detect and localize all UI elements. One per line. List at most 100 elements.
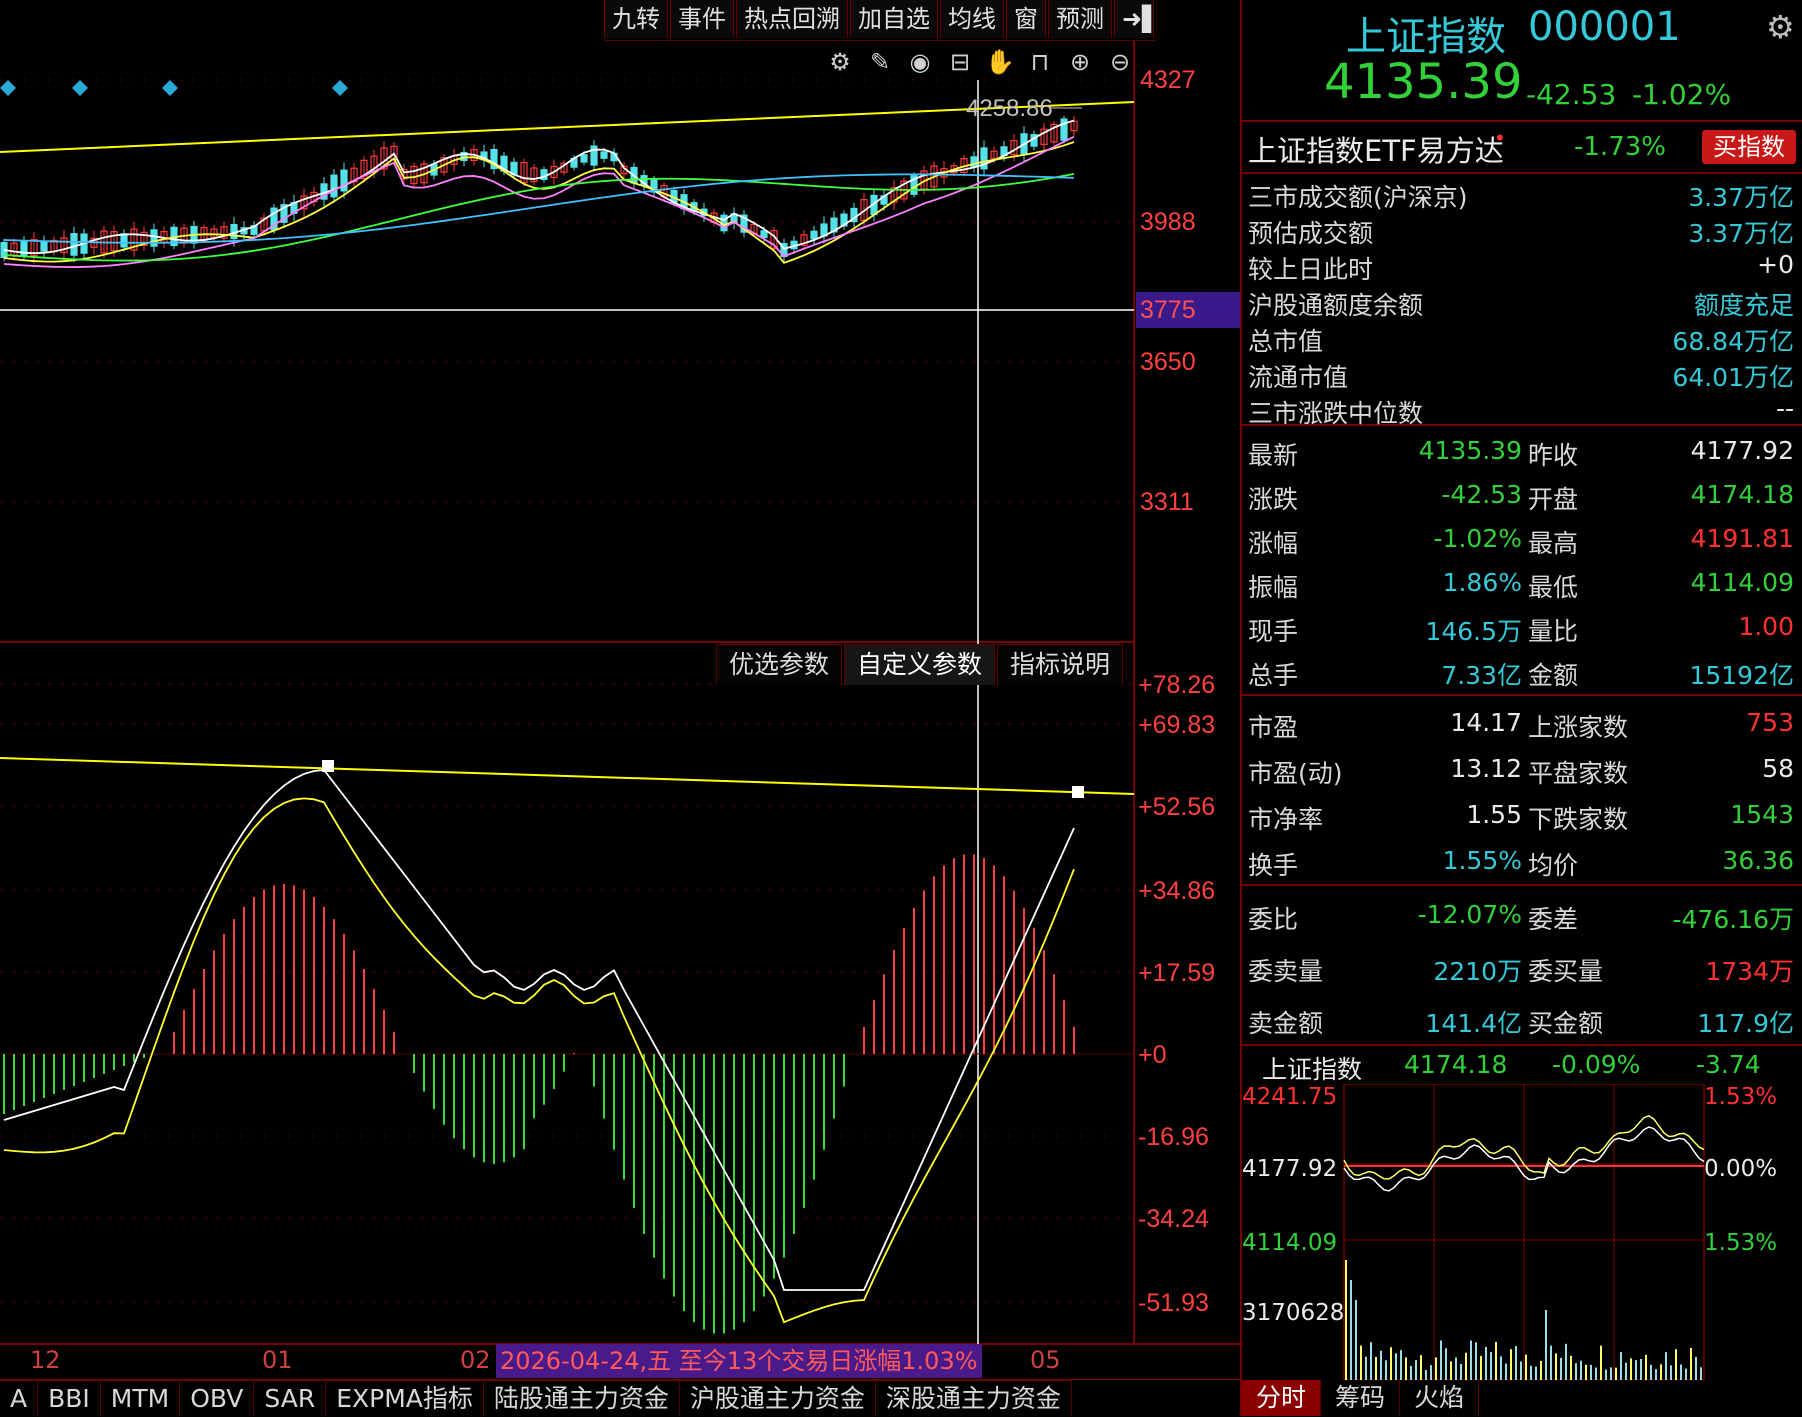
tab-flame[interactable]: 火焰 xyxy=(1400,1380,1480,1416)
candle-body xyxy=(40,241,48,252)
mini-label-volume: 3170628 xyxy=(1242,1300,1345,1326)
quote-value: 4174.18 xyxy=(1690,480,1794,509)
quote-value: 4135.39 xyxy=(1418,436,1522,465)
macd-param-tabs: 优选参数 自定义参数 指标说明 xyxy=(716,644,1125,685)
gear-icon[interactable]: ⚙ xyxy=(1766,8,1795,46)
indicator-tab-mtm[interactable]: MTM xyxy=(100,1380,181,1416)
index-change-pct: -1.02% xyxy=(1632,78,1732,111)
high-price-label: 4258.86 xyxy=(966,95,1053,122)
quote-label: 最高 xyxy=(1528,529,1579,558)
indicator-tab-a[interactable]: A xyxy=(0,1380,39,1416)
candle-body xyxy=(120,233,128,248)
mini-label-prev: 4177.92 xyxy=(1242,1156,1338,1182)
tab-preferred-params[interactable]: 优选参数 xyxy=(716,644,843,685)
tab-intraday[interactable]: 分时 xyxy=(1242,1380,1322,1416)
indicator-tab-sar[interactable]: SAR xyxy=(254,1380,327,1416)
order-value: -12.07% xyxy=(1417,900,1522,929)
divider xyxy=(1242,694,1802,696)
valuation-value: 58 xyxy=(1762,754,1794,783)
index-code: 000001 xyxy=(1528,4,1681,50)
market-row-label: 预估成交额 xyxy=(1248,219,1374,248)
indicator-tabs: A BBI MTM OBV SAR EXPMA指标 陆股通主力资金 沪股通主力资… xyxy=(0,1380,1072,1416)
indicator-tab-bbi[interactable]: BBI xyxy=(38,1380,101,1416)
market-row-value: 64.01万亿 xyxy=(1672,363,1794,392)
quote-label: 金额 xyxy=(1528,661,1579,690)
macd-axis-label: +69.83 xyxy=(1138,711,1215,739)
eye-icon[interactable]: ◉ xyxy=(900,44,940,80)
quote-label: 涨跌 xyxy=(1248,485,1299,514)
toolbar-add-watchlist-button[interactable]: 加自选 xyxy=(850,0,938,38)
tab-indicator-help[interactable]: 指标说明 xyxy=(997,644,1124,685)
quote-value: 146.5万 xyxy=(1425,617,1522,646)
market-row-value: +0 xyxy=(1757,250,1794,279)
gear-icon[interactable]: ⚙ xyxy=(820,44,860,80)
order-label: 卖金额 xyxy=(1248,1009,1324,1038)
valuation-value: 1.55% xyxy=(1442,846,1522,875)
tab-chips[interactable]: 筹码 xyxy=(1321,1380,1401,1416)
exit-arrow-icon[interactable]: ➜▌ xyxy=(1114,0,1161,38)
price-axis-label: 4327 xyxy=(1140,66,1196,94)
candle-body xyxy=(810,230,818,240)
mini-chart-title: 上证指数 xyxy=(1262,1055,1363,1084)
valuation-label: 均价 xyxy=(1528,851,1579,880)
hand-icon[interactable]: ✋ xyxy=(980,44,1020,80)
mini-chart-pct: -0.09% xyxy=(1552,1050,1641,1079)
zoom-in-icon[interactable]: ⊕ xyxy=(1060,44,1100,80)
order-value: 117.9亿 xyxy=(1697,1009,1794,1038)
order-label: 委差 xyxy=(1528,905,1579,934)
tab-custom-params[interactable]: 自定义参数 xyxy=(844,644,996,685)
indicator-tab-sz-connect[interactable]: 深股通主力资金 xyxy=(875,1380,1072,1416)
valuation-label: 市盈(动) xyxy=(1248,759,1343,788)
candle-body xyxy=(970,156,978,168)
toolbar-hotspot-button[interactable]: 热点回溯 xyxy=(736,0,848,38)
market-row-value: 3.37万亿 xyxy=(1688,219,1794,248)
market-row-value: 额度充足 xyxy=(1693,291,1794,320)
signal-diamond-marker xyxy=(162,80,178,96)
price-axis-label: 3775 xyxy=(1140,296,1196,324)
valuation-label: 换手 xyxy=(1248,851,1299,880)
order-label: 委卖量 xyxy=(1248,957,1324,986)
signal-diamond-marker xyxy=(332,80,348,96)
market-row-value: 3.37万亿 xyxy=(1688,183,1794,212)
valuation-label: 下跌家数 xyxy=(1528,805,1629,834)
toolbar-window-button[interactable]: 窗 xyxy=(1006,0,1046,38)
valuation-value: 753 xyxy=(1746,708,1794,737)
quote-label: 量比 xyxy=(1528,617,1579,646)
macd-axis-label: +78.26 xyxy=(1138,671,1215,699)
buy-index-button[interactable]: 买指数 xyxy=(1702,130,1796,164)
indicator-tab-sh-connect[interactable]: 沪股通主力资金 xyxy=(679,1380,876,1416)
candle-body xyxy=(760,230,768,239)
toolbar-jiuzhuan-button[interactable]: 九转 xyxy=(604,0,668,38)
valuation-label: 市净率 xyxy=(1248,805,1324,834)
toolbar-ma-button[interactable]: 均线 xyxy=(940,0,1004,38)
market-row-label: 较上日此时 xyxy=(1248,255,1374,284)
market-row-label: 总市值 xyxy=(1248,327,1324,356)
etf-link[interactable]: 上证指数ETF易方达 xyxy=(1248,128,1504,170)
lock-icon[interactable]: ⊓ xyxy=(1020,44,1060,80)
divider xyxy=(1242,120,1802,122)
toolbox-icon[interactable]: ⊟ xyxy=(940,44,980,80)
indicator-tab-northbound[interactable]: 陆股通主力资金 xyxy=(483,1380,680,1416)
market-row-label: 流通市值 xyxy=(1248,363,1349,392)
order-value: -476.16万 xyxy=(1672,905,1795,934)
chart-icon-row: ⚙ ✎ ◉ ⊟ ✋ ⊓ ⊕ ⊖ xyxy=(820,44,1140,80)
mini-chart-price: 4174.18 xyxy=(1404,1050,1508,1079)
valuation-value: 36.36 xyxy=(1722,846,1794,875)
zoom-out-icon[interactable]: ⊖ xyxy=(1100,44,1140,80)
pen-icon[interactable]: ✎ xyxy=(860,44,900,80)
valuation-value: 1543 xyxy=(1730,800,1794,829)
quote-value: 1.86% xyxy=(1442,568,1522,597)
etf-pct: -1.73% xyxy=(1574,132,1666,162)
indicator-tab-expma[interactable]: EXPMA指标 xyxy=(326,1380,484,1416)
divider xyxy=(1242,1044,1802,1046)
toolbar-events-button[interactable]: 事件 xyxy=(670,0,734,38)
mini-label-pct-high: 1.53% xyxy=(1704,1084,1778,1110)
macd-axis-label: +52.56 xyxy=(1138,793,1215,821)
main-chart[interactable]: 4327 3988 3775 3650 3311 4258.86 +78.26 +69.83 +… xyxy=(0,0,1240,1380)
toolbar-forecast-button[interactable]: 预测 xyxy=(1048,0,1112,38)
top-toolbar: 九转 事件 热点回溯 加自选 均线 窗 预测 ➜▌ xyxy=(604,0,1161,41)
order-value: 1734万 xyxy=(1705,957,1794,986)
etf-dot: • xyxy=(1494,126,1506,150)
indicator-tab-obv[interactable]: OBV xyxy=(180,1380,255,1416)
quote-label: 现手 xyxy=(1248,617,1299,646)
